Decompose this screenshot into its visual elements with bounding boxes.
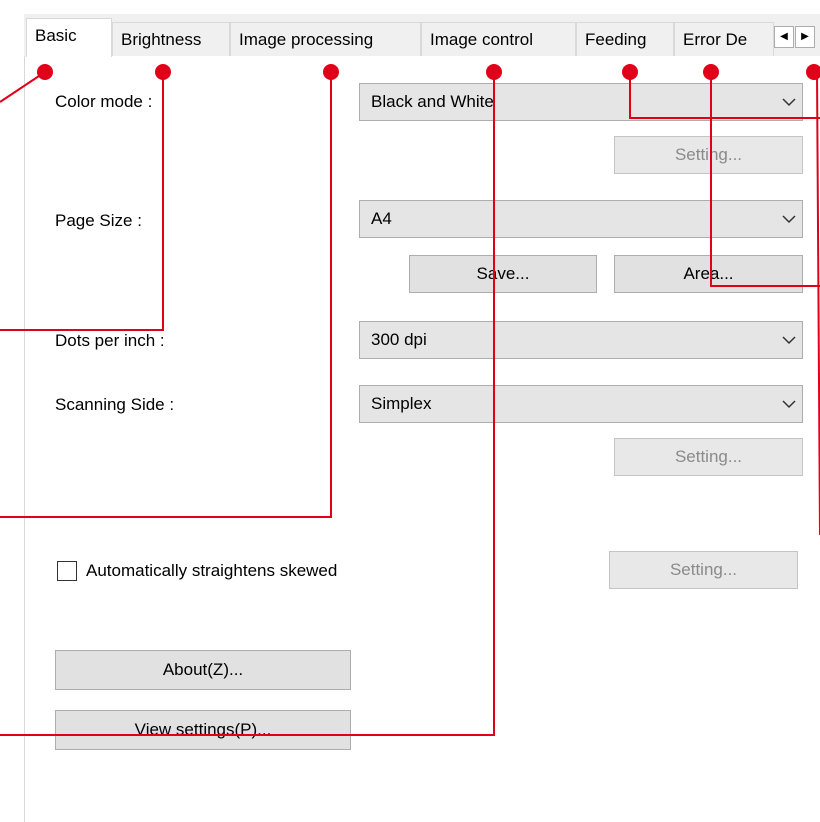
callout-dot-image-processing (323, 64, 339, 80)
callout-dot-error-detection (703, 64, 719, 80)
callout-line-error-detection (710, 72, 820, 287)
callout-dot-brightness (155, 64, 171, 80)
callout-line-brightness (0, 72, 164, 331)
callout-line-image-processing (0, 72, 332, 518)
callout-dot-scroll (806, 64, 820, 80)
callout-dot-image-control (486, 64, 502, 80)
callout-line-feeding (629, 72, 820, 119)
tab-basic[interactable]: Basic (26, 18, 112, 57)
callout-line-image-control (0, 72, 495, 736)
callout-dot-basic (37, 64, 53, 80)
annotation-callouts (0, 71, 820, 736)
callout-dot-feeding (622, 64, 638, 80)
